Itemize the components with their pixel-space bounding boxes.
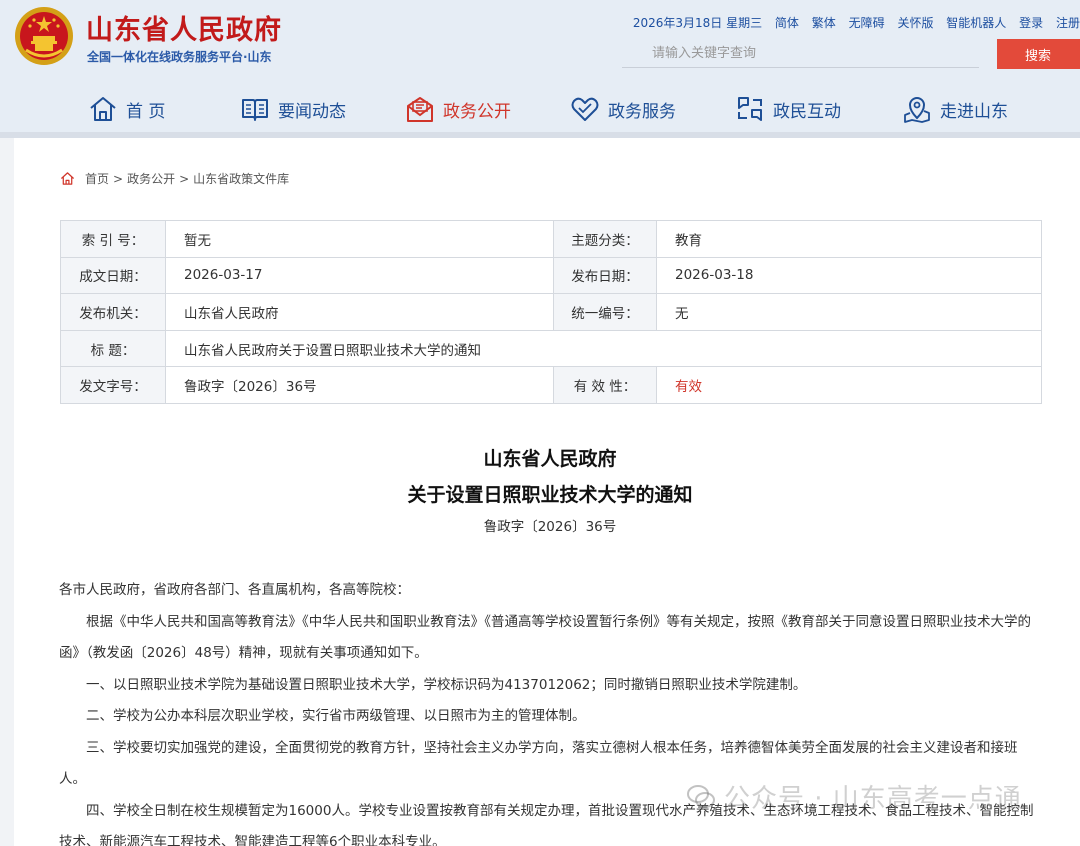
newspaper-icon [242, 99, 268, 121]
table-row: 成文日期： 2026-03-17 发布日期： 2026-03-18 [60, 256, 1042, 295]
link-login[interactable]: 登录 [1019, 16, 1043, 30]
current-date: 2026年3月18日 星期三 [632, 16, 763, 30]
site-header: 山东省人民政府 全国一体化在线政务服务平台·山东 2026年3月18日 星期三 … [0, 0, 1080, 136]
nav-interaction-label: 政民互动 [773, 101, 841, 122]
interaction-icon [738, 97, 762, 121]
document-title-issuer: 山东省人民政府 [483, 448, 617, 470]
link-accessibility[interactable]: 无障碍 [849, 16, 885, 30]
breadcrumb-gov-affairs-open[interactable]: 政务公开 [127, 170, 175, 187]
meta-value-written-date: 2026-03-17 [165, 256, 554, 295]
home-icon[interactable] [60, 171, 75, 186]
meta-value-topic: 教育 [656, 220, 1042, 258]
heart-hand-icon [571, 97, 599, 121]
link-register[interactable]: 注册 [1056, 16, 1080, 30]
link-simplified[interactable]: 简体 [775, 16, 799, 30]
meta-key-publish-date: 发布日期： [553, 256, 657, 295]
meta-value-validity: 有效 [656, 366, 1042, 404]
link-elderly-mode[interactable]: 关怀版 [897, 16, 933, 30]
meta-key-topic: 主题分类： [553, 220, 657, 258]
body-paragraph: 二、学校为公办本科层次职业学校，实行省市两级管理、以日照市为主的管理体制。 [86, 708, 586, 724]
salutation-paragraph: 各市人民政府，省政府各部门、各直属机构，各高等院校： [59, 582, 410, 598]
meta-key-issuer: 发布机关： [60, 293, 166, 331]
meta-key-unified-number: 统一编号： [553, 293, 657, 331]
meta-value-title: 山东省人民政府关于设置日照职业技术大学的通知 [165, 329, 1042, 368]
nav-gov-services[interactable]: 政务服务 [570, 86, 676, 132]
nav-explore-shandong-label: 走进山东 [940, 101, 1008, 122]
site-subtitle[interactable]: 全国一体化在线政务服务平台·山东 [87, 48, 272, 65]
home-icon [90, 97, 116, 121]
nav-gov-affairs-open[interactable]: 政务公开 [405, 86, 511, 132]
document-number: 鲁政字〔2026〕36号 [483, 519, 617, 535]
nav-home[interactable]: 首 页 [88, 86, 165, 132]
meta-value-index-number: 暂无 [165, 220, 554, 258]
wechat-icon [687, 784, 715, 808]
meta-value-doc-number: 鲁政字〔2026〕36号 [165, 366, 554, 404]
search-button[interactable]: 搜索 [997, 39, 1080, 69]
body-paragraph: 根据《中华人民共和国高等教育法》《中华人民共和国职业教育法》《普通高等学校设置暂… [59, 613, 1031, 662]
table-row: 发文字号： 鲁政字〔2026〕36号 有 效 性： 有效 [60, 366, 1042, 404]
breadcrumb-separator: > [113, 171, 124, 186]
top-utility-links: 2026年3月18日 星期三 简体 繁体 无障碍 关怀版 智能机器人 登录 注册 [624, 14, 1080, 30]
mail-open-icon [407, 97, 433, 122]
table-row: 发布机关： 山东省人民政府 统一编号： 无 [60, 293, 1042, 331]
meta-value-issuer: 山东省人民政府 [165, 293, 554, 331]
meta-key-written-date: 成文日期： [60, 256, 166, 295]
breadcrumb-policy-library[interactable]: 山东省政策文件库 [193, 170, 289, 187]
document-title: 关于设置日照职业技术大学的通知 [407, 484, 693, 506]
nav-interaction[interactable]: 政民互动 [735, 86, 841, 132]
breadcrumb-separator: > [179, 171, 190, 186]
main-nav: 首 页 要闻动态 政务公开 政务服务 政民互动 走进山东 [0, 86, 1080, 132]
link-traditional[interactable]: 繁体 [812, 16, 836, 30]
watermark-text: 公众号 · 山东高考一点通 [724, 784, 1022, 814]
nav-news[interactable]: 要闻动态 [240, 86, 346, 132]
meta-value-unified-number: 无 [656, 293, 1042, 331]
search-input[interactable] [622, 40, 979, 68]
breadcrumb: 首页 > 政务公开 > 山东省政策文件库 [60, 170, 289, 187]
site-title[interactable]: 山东省人民政府 [86, 8, 282, 47]
nav-gov-services-label: 政务服务 [608, 101, 676, 122]
meta-key-index-number: 索 引 号： [60, 220, 166, 258]
nav-explore-shandong[interactable]: 走进山东 [902, 86, 1008, 132]
nav-home-label: 首 页 [126, 101, 166, 122]
meta-key-validity: 有 效 性： [553, 366, 657, 404]
body-paragraph: 一、以日照职业技术学院为基础设置日照职业技术大学，学校标识码为413701206… [86, 676, 807, 693]
wechat-watermark: 公众号 · 山东高考一点通 [686, 778, 1022, 815]
breadcrumb-home[interactable]: 首页 [85, 170, 109, 187]
table-row: 标 题： 山东省人民政府关于设置日照职业技术大学的通知 [60, 329, 1042, 368]
nav-gov-affairs-open-label: 政务公开 [443, 101, 511, 122]
document-metadata-table: 索 引 号： 暂无 主题分类： 教育 成文日期： 2026-03-17 发布日期… [60, 220, 1042, 404]
meta-key-doc-number: 发文字号： [60, 366, 166, 404]
national-emblem-icon[interactable] [14, 6, 74, 66]
map-pin-icon [904, 97, 930, 123]
meta-key-title: 标 题： [60, 329, 166, 368]
nav-news-label: 要闻动态 [278, 101, 346, 122]
meta-value-publish-date: 2026-03-18 [656, 256, 1042, 295]
link-smart-robot[interactable]: 智能机器人 [946, 16, 1006, 30]
header-divider [0, 132, 1080, 138]
table-row: 索 引 号： 暂无 主题分类： 教育 [60, 220, 1042, 258]
